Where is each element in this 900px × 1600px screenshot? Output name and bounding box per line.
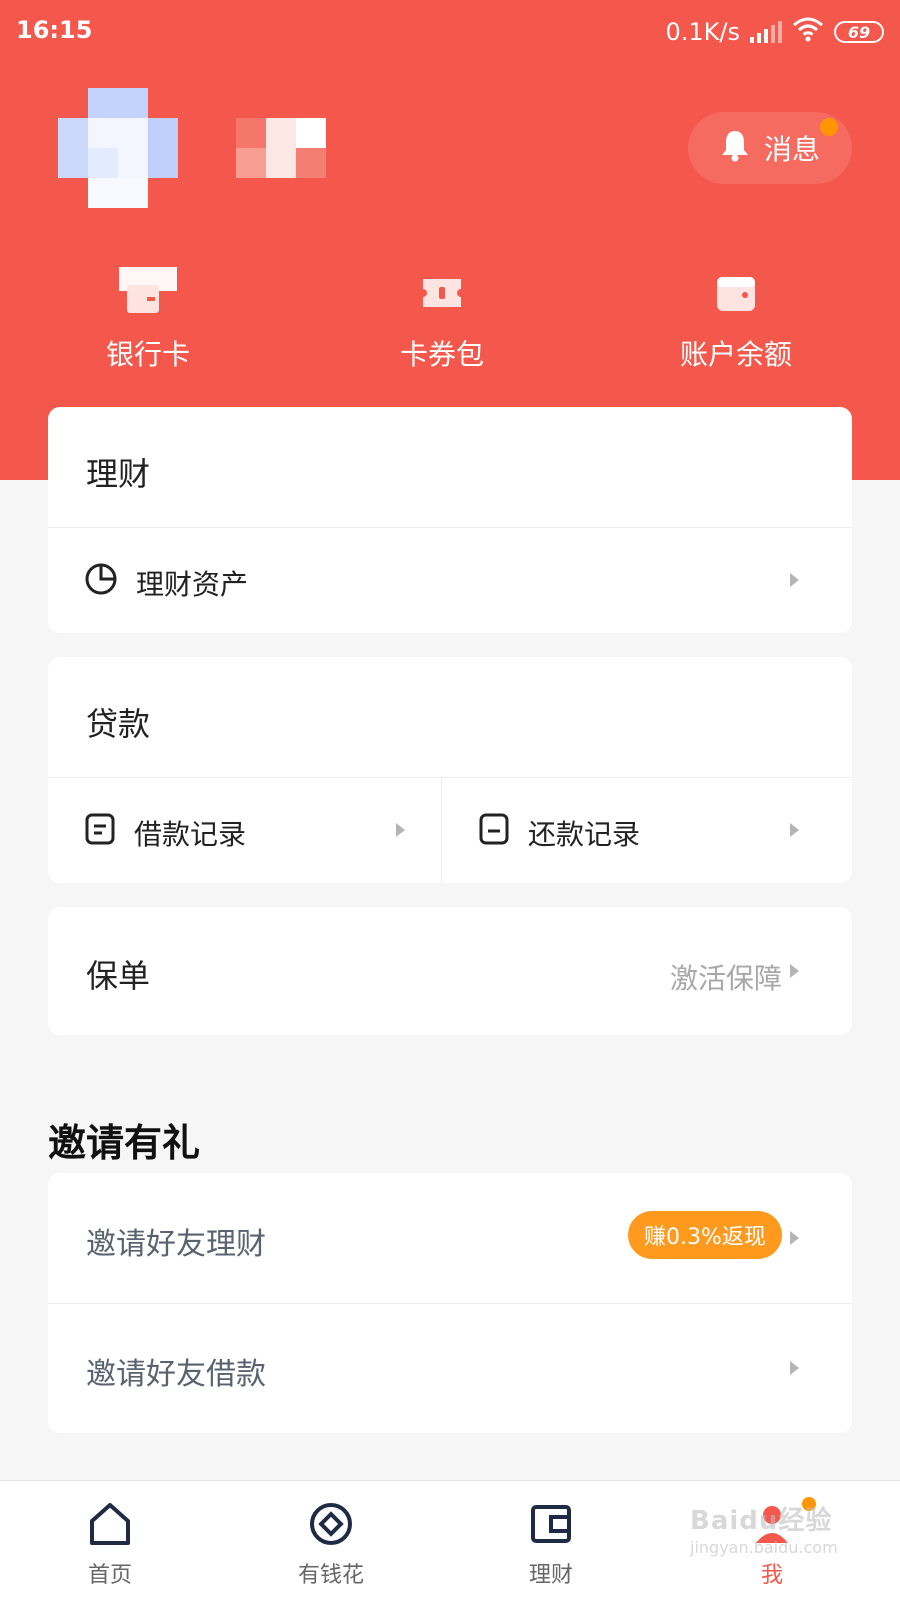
wallet-icon (636, 265, 836, 319)
watermark-text: Baidu经验 (690, 1506, 833, 1536)
repay-record-item[interactable]: 还款记录 (478, 812, 640, 853)
invite-loan-item[interactable]: 邀请好友借款 (48, 1303, 852, 1433)
home-icon (35, 1501, 185, 1549)
status-bar: 16:15 0.1K/s 69 (0, 0, 900, 62)
chevron-right-icon (790, 1231, 799, 1245)
watermark-url: jingyan.baidu.com (690, 1538, 838, 1557)
chevron-right-icon (396, 823, 405, 837)
nav-label: 理财 (528, 1563, 573, 1588)
chevron-right-icon (790, 964, 799, 978)
quick-action-label: 卡券包 (399, 338, 484, 371)
borrow-record-item[interactable]: 借款记录 (84, 812, 246, 853)
status-time: 16:15 (16, 16, 93, 44)
quick-action-bank-card[interactable]: 银行卡 (48, 265, 248, 373)
section-title: 邀请有礼 (48, 1121, 201, 1165)
chevron-right-icon (790, 1361, 799, 1375)
avatar[interactable] (58, 88, 178, 208)
invite-card: 邀请好友理财 赚0.3%返现 邀请好友借款 (48, 1173, 852, 1433)
divider (48, 527, 852, 528)
finance-wallet-icon (476, 1501, 626, 1549)
card-title: 贷款 (86, 705, 151, 743)
nav-label: 有钱花 (297, 1563, 364, 1588)
money-circle-icon (256, 1501, 406, 1549)
loan-card: 贷款 借款记录 还款记录 (48, 657, 852, 883)
card-title: 理财 (86, 455, 151, 493)
message-label: 消息 (764, 133, 821, 166)
status-indicators: 0.1K/s 69 (665, 16, 884, 48)
nav-label: 我 (760, 1563, 783, 1588)
nickname (236, 118, 326, 178)
finance-assets-label: 理财资产 (136, 567, 249, 601)
battery-indicator: 69 (834, 21, 884, 43)
finance-card: 理财 理财资产 (48, 407, 852, 633)
finance-assets-item[interactable]: 理财资产 (84, 562, 248, 603)
chevron-right-icon (790, 823, 799, 837)
chevron-right-icon (790, 573, 799, 587)
nav-label: 首页 (87, 1563, 132, 1588)
pie-chart-icon (84, 562, 118, 603)
quick-action-label: 银行卡 (105, 338, 190, 371)
quick-action-label: 账户余额 (679, 338, 792, 371)
quick-action-coupon[interactable]: 卡券包 (342, 265, 542, 373)
borrow-record-label: 借款记录 (134, 817, 247, 851)
invite-label: 邀请好友理财 (86, 1227, 266, 1262)
cashback-badge: 赚0.3%返现 (628, 1211, 782, 1259)
divider (48, 777, 852, 778)
activate-protection-link[interactable]: 激活保障 (670, 957, 782, 997)
message-button[interactable]: 消息 (688, 112, 852, 184)
net-speed: 0.1K/s (665, 18, 741, 46)
document-icon (84, 812, 116, 853)
document-icon (478, 812, 510, 853)
coupon-icon (342, 265, 542, 319)
signal-icon (750, 21, 782, 43)
quick-action-balance[interactable]: 账户余额 (636, 265, 836, 373)
bank-card-icon (48, 265, 248, 319)
vertical-divider (441, 777, 442, 883)
policy-card[interactable]: 保单 激活保障 (48, 907, 852, 1035)
card-title: 保单 (86, 957, 151, 995)
bell-icon (720, 128, 750, 169)
nav-home[interactable]: 首页 (35, 1481, 185, 1589)
invite-finance-item[interactable]: 邀请好友理财 赚0.3%返现 (48, 1173, 852, 1303)
invite-label: 邀请好友借款 (86, 1357, 266, 1392)
repay-record-label: 还款记录 (528, 817, 641, 851)
unread-dot (820, 118, 838, 136)
nav-finance[interactable]: 理财 (476, 1481, 626, 1589)
nav-youqianhua[interactable]: 有钱花 (256, 1481, 406, 1589)
wifi-icon (792, 16, 824, 48)
